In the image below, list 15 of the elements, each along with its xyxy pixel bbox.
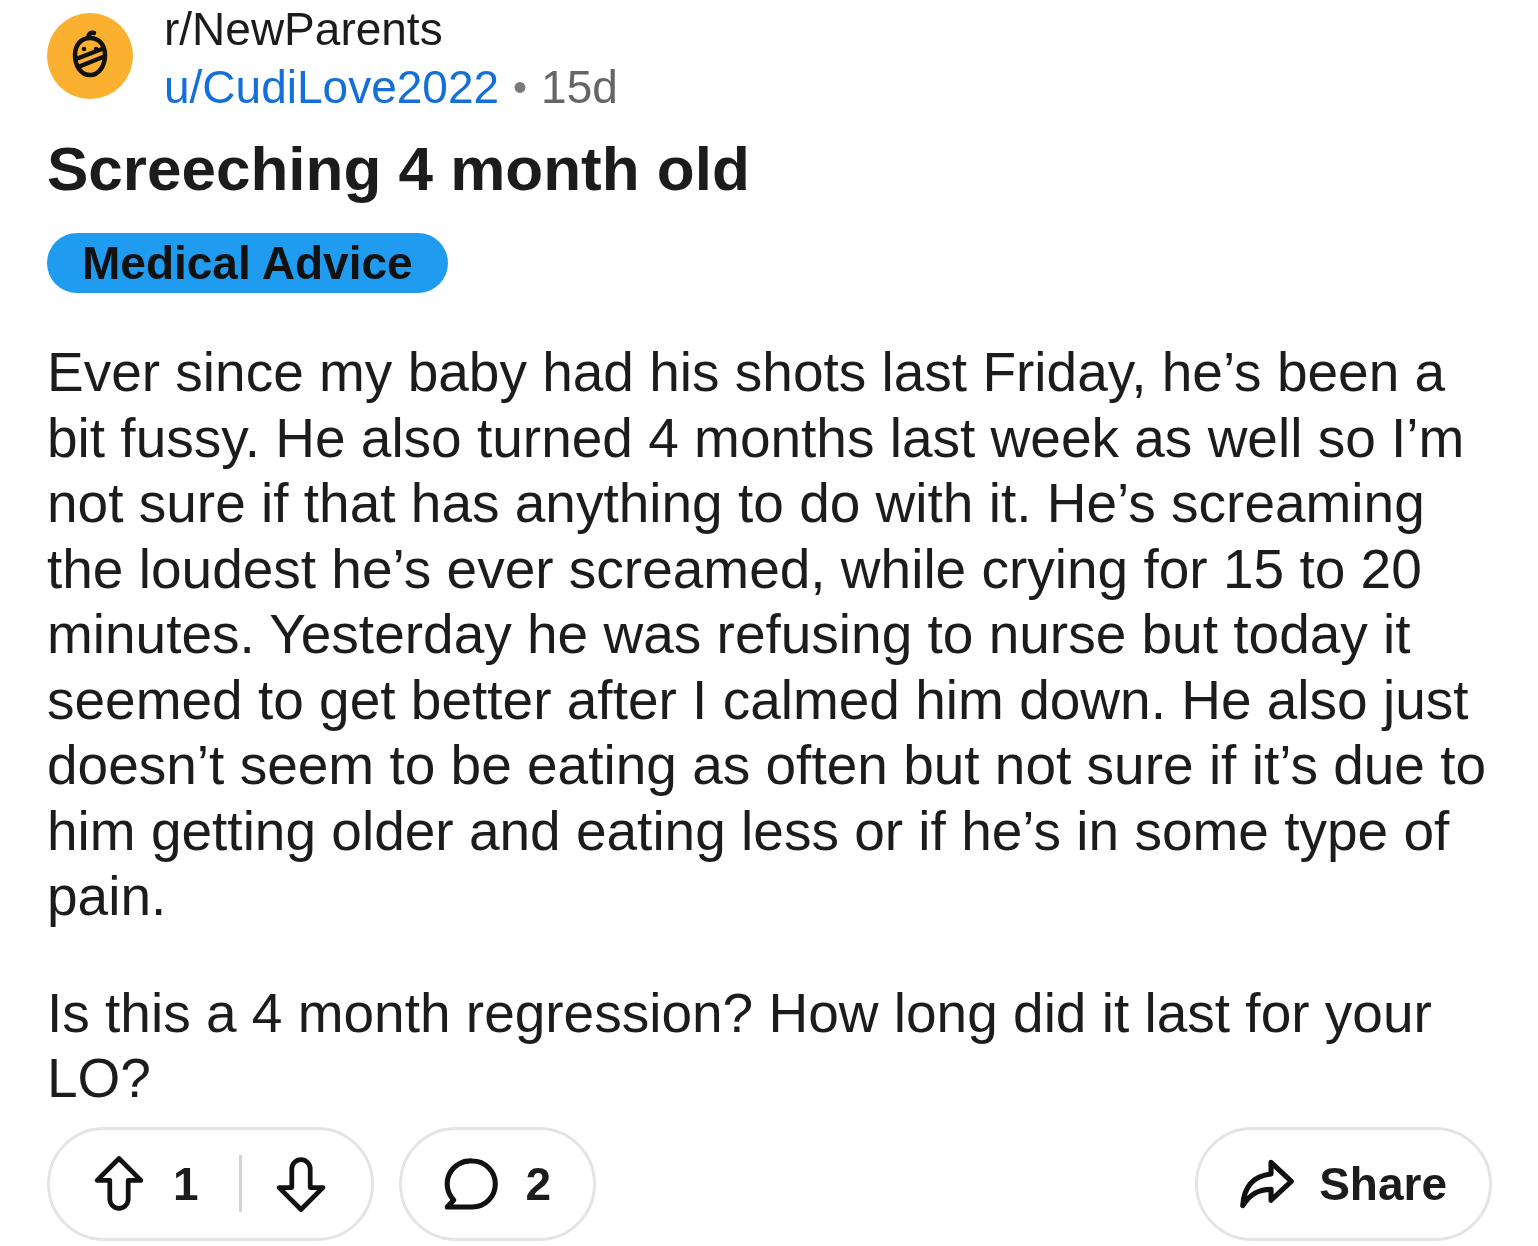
community-name[interactable]: r/NewParents bbox=[164, 0, 618, 58]
separator-dot: • bbox=[513, 64, 528, 111]
vote-count: 1 bbox=[173, 1156, 199, 1211]
up-arrow-icon bbox=[92, 1155, 146, 1212]
speech-bubble-icon bbox=[443, 1155, 498, 1212]
post-body-text: Is this a 4 month regression? How long did it last for your LO? bbox=[47, 980, 1433, 1111]
username-link[interactable]: u/CudiLove2022 bbox=[164, 58, 500, 116]
upvote-button[interactable] bbox=[92, 1155, 146, 1212]
comments-button[interactable]: 2 bbox=[398, 1126, 597, 1241]
share-button[interactable]: Share bbox=[1195, 1126, 1492, 1241]
flair-tag: Medical Advice bbox=[47, 233, 448, 293]
post-body-text: Ever since my baby had his shots last Friday, he’s been a bit fussy. He also turned 4 months last week as well so I’m not sure if that has anything to do with it. He’s screaming the loudest he’s ever screamed, while crying for 15 to 20 minutes. Yesterday he was refusing to nurse but today it seemed to get better after I calmed him down. He also just doesn’t seem to be eating as often but not sure if it’s due to him getting older and eating less or if he’s in some type of pain. bbox=[47, 340, 1487, 929]
post-age: 15d bbox=[541, 60, 618, 115]
baby-avatar-icon[interactable] bbox=[47, 13, 133, 99]
post-title: Screeching 4 month old bbox=[47, 134, 750, 204]
